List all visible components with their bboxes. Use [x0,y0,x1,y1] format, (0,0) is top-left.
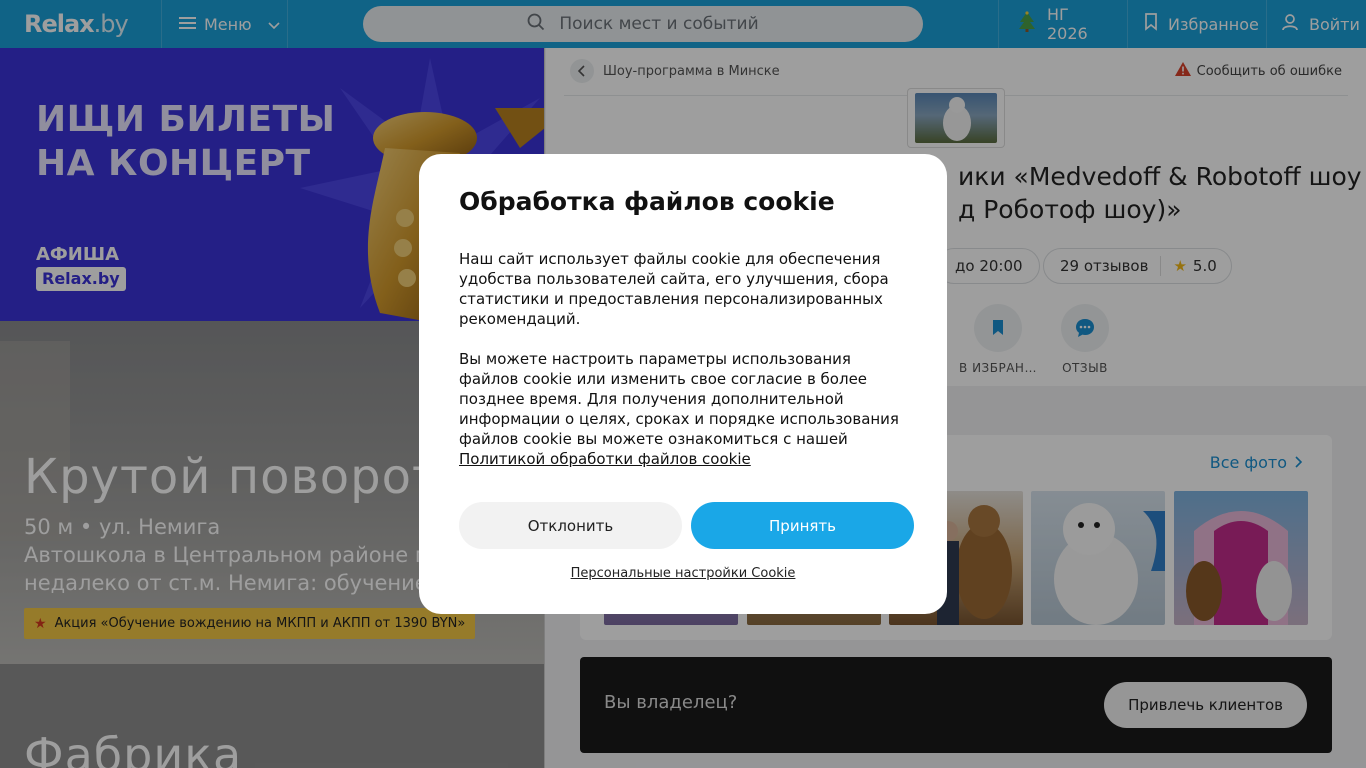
cookie-buttons: Отклонить Принять [459,502,914,549]
cookie-policy-link[interactable]: Политикой обработки файлов cookie [459,450,751,468]
cookie-title: Обработка файлов cookie [459,187,835,216]
accept-button[interactable]: Принять [691,502,914,549]
cookie-dialog: Обработка файлов cookie Наш сайт использ… [419,154,947,614]
cookie-text-2-body: Вы можете настроить параметры использова… [459,350,899,448]
cookie-text-2: Вы можете настроить параметры использова… [459,349,907,469]
decline-button[interactable]: Отклонить [459,502,682,549]
cookie-settings-link[interactable]: Персональные настройки Cookie [419,566,947,581]
cookie-text-1: Наш сайт использует файлы cookie для обе… [459,250,889,328]
